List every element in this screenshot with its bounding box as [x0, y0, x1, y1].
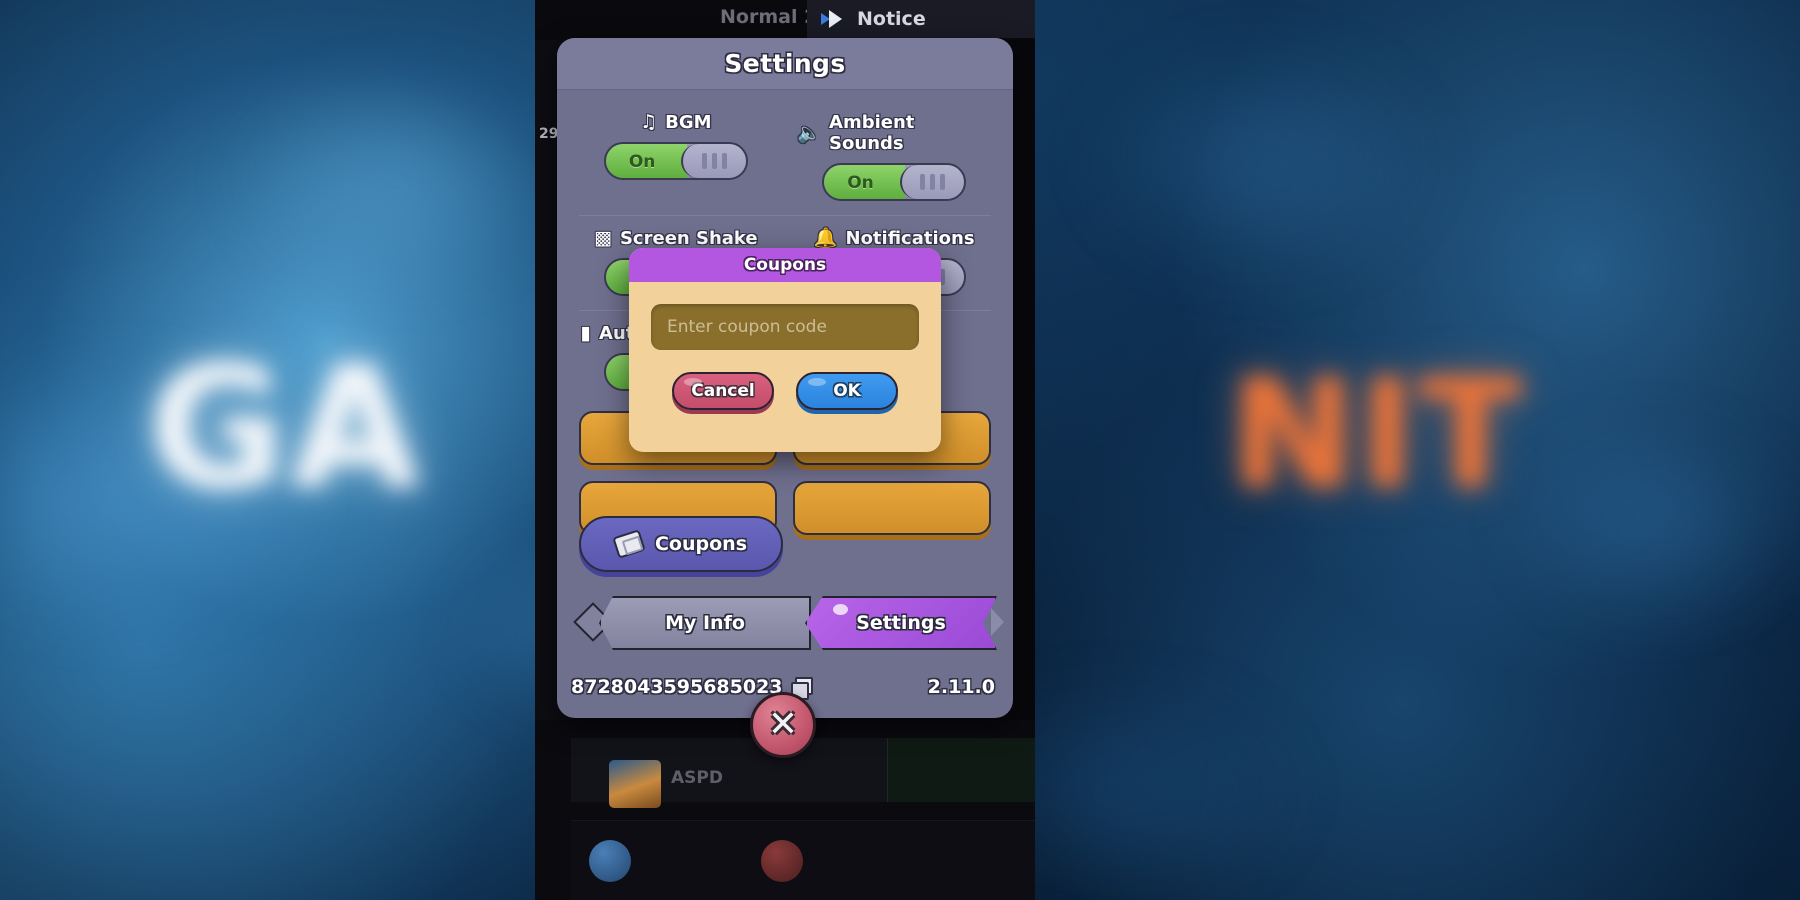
setting-label: Notifications: [845, 228, 975, 249]
setting-ambient-sounds: 🔈 Ambient Sounds On: [797, 112, 991, 201]
tab-label: My Info: [665, 612, 745, 634]
bell-icon: 🔔: [813, 227, 838, 249]
close-button[interactable]: ✕: [750, 692, 816, 758]
coupons-dialog-title: Coupons: [743, 255, 827, 275]
toggle-knob[interactable]: [899, 165, 965, 199]
setting-label-row: ▩ Screen Shake: [594, 228, 758, 249]
version-label: 2.11.0: [927, 676, 995, 698]
chevron-right-icon: [991, 608, 1004, 636]
aspd-label: ASPD: [671, 768, 723, 788]
tab-my-info[interactable]: My Info: [599, 596, 811, 650]
setting-label: Screen Shake: [619, 228, 758, 249]
toggle-state-label: On: [847, 173, 874, 193]
coupons-button-label: Coupons: [654, 533, 747, 555]
ok-button-label: OK: [833, 381, 861, 401]
game-viewport: Normal 2 Notice 29 ASPD Enhance Settings: [535, 0, 1035, 900]
coupons-button[interactable]: Coupons: [579, 516, 783, 572]
notice-label: Notice: [857, 8, 926, 30]
tab-label: Settings: [856, 612, 946, 634]
ticket-icon: [612, 529, 646, 559]
coupon-code-input[interactable]: [651, 304, 919, 350]
bottom-action-row: [571, 820, 1035, 900]
settings-header: Settings: [557, 38, 1013, 90]
toggle-state-label: On: [628, 152, 656, 172]
background-text-right: NIT: [1230, 348, 1526, 522]
tab-bar: My Info Settings: [573, 594, 1004, 652]
player-id: 8728043595685023: [571, 676, 783, 698]
toggle-knob[interactable]: [681, 144, 746, 178]
setting-label-row: ♫ BGM: [640, 112, 711, 133]
enhance-panel[interactable]: Enhance: [887, 738, 1035, 802]
option-button[interactable]: [793, 481, 991, 535]
setting-label-row: 🔈 Ambient Sounds: [797, 112, 991, 154]
megaphone-icon: [821, 9, 847, 29]
coupons-dialog-body: Cancel OK: [629, 282, 941, 410]
action-slot-1[interactable]: [589, 839, 631, 882]
cancel-button[interactable]: Cancel: [672, 372, 774, 410]
toggle-row: ♫ BGM On 🔈 Ambient Sounds On: [579, 100, 991, 216]
notice-button[interactable]: Notice: [807, 0, 1035, 38]
tab-settings[interactable]: Settings: [805, 596, 997, 650]
hero-portrait: [609, 760, 661, 808]
setting-label-row: 🔔 Notifications: [814, 228, 975, 249]
game-top-hud: Normal 2 Notice: [535, 0, 1035, 40]
button-gloss: [684, 378, 702, 386]
setting-label: BGM: [665, 112, 712, 133]
difficulty-label: Normal 2: [720, 6, 818, 28]
background-text-left: GA: [148, 330, 424, 526]
setting-label: Ambient Sounds: [829, 112, 915, 154]
speaker-icon: 🔈: [797, 121, 822, 144]
ok-button[interactable]: OK: [796, 372, 898, 410]
toggle-bgm[interactable]: On: [603, 142, 748, 180]
music-note-icon: ♫: [640, 111, 658, 133]
page-title: Settings: [724, 49, 846, 78]
close-x-icon: ✕: [767, 704, 799, 745]
left-counter: 29: [539, 126, 559, 142]
coupons-dialog: Coupons Cancel OK: [629, 248, 941, 452]
coupons-dialog-header: Coupons: [629, 248, 941, 282]
battery-icon: ▮: [580, 322, 592, 344]
coupons-dialog-actions: Cancel OK: [651, 372, 919, 410]
setting-bgm: ♫ BGM On: [579, 112, 773, 201]
vibrate-icon: ▩: [594, 227, 612, 249]
toggle-ambient-sounds[interactable]: On: [822, 163, 967, 201]
button-gloss: [808, 378, 826, 386]
action-slot-2[interactable]: [761, 839, 803, 882]
tab-gloss-dot: [833, 604, 848, 615]
